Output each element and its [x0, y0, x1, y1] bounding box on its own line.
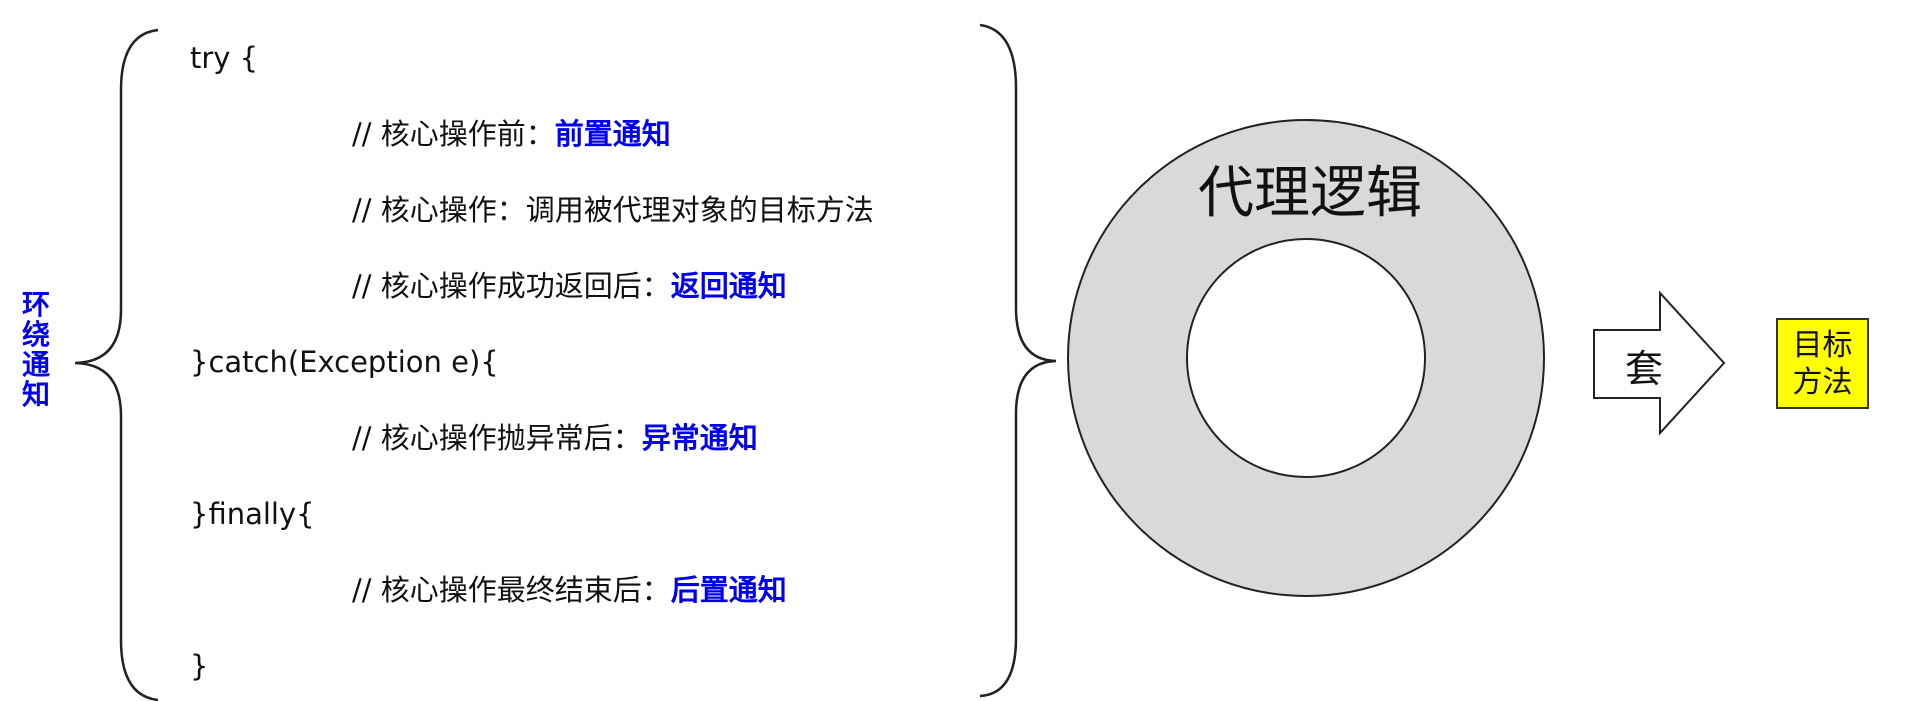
code-before-line: // 核心操作前：前置通知: [352, 116, 671, 152]
around-advice-label: 环 绕 通 知: [21, 288, 50, 411]
code-catch-line: }catch(Exception e){: [190, 345, 499, 379]
proxy-logic-label: 代理逻辑: [1198, 161, 1422, 226]
code-after-line: // 核心操作最终结束后：后置通知: [352, 572, 787, 608]
before-comment: // 核心操作前：: [352, 117, 555, 151]
code-close-brace: }: [190, 649, 209, 683]
proxy-ring-inner: [1186, 238, 1426, 478]
right-curly-brace: [979, 23, 1057, 698]
returning-advice-label: 返回通知: [670, 269, 787, 303]
code-try-open: try {: [190, 41, 259, 75]
throwing-comment: // 核心操作抛异常后：: [352, 421, 642, 455]
after-comment: // 核心操作最终结束后：: [352, 573, 671, 607]
code-returning-line: // 核心操作成功返回后：返回通知: [352, 268, 787, 304]
returning-comment: // 核心操作成功返回后：: [352, 269, 671, 303]
before-advice-label: 前置通知: [554, 117, 671, 151]
code-core-line: // 核心操作：调用被代理对象的目标方法: [352, 193, 874, 227]
code-finally-line: }finally{: [190, 497, 315, 531]
code-throwing-line: // 核心操作抛异常后：异常通知: [352, 420, 758, 456]
after-advice-label: 后置通知: [670, 573, 787, 607]
throwing-advice-label: 异常通知: [641, 421, 758, 455]
left-curly-brace: [74, 28, 159, 701]
wrap-arrow-label: 套: [1624, 347, 1663, 391]
target-method-box: 目标 方法: [1776, 318, 1869, 409]
